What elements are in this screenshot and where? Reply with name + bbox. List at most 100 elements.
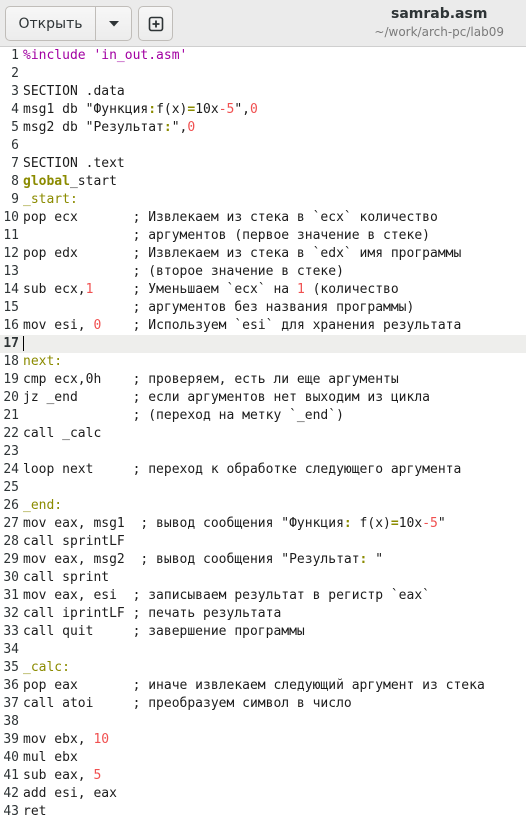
code-text: SECTION .text bbox=[23, 155, 125, 173]
code-token: mov eax, esi ; записываем результат в ре… bbox=[23, 588, 430, 603]
line-number: 3 bbox=[11, 84, 19, 99]
code-line[interactable]: 24 loop next ; переход к обработке следую… bbox=[0, 461, 526, 479]
code-token: SECTION .text bbox=[23, 156, 125, 171]
code-line[interactable]: 19 cmp ecx,0h ; проверяем, есть ли еще ар… bbox=[0, 371, 526, 389]
code-token: next: bbox=[23, 354, 63, 369]
code-token: ; Уменьшаем `ecx` на bbox=[93, 282, 297, 297]
line-number: 22 bbox=[3, 426, 19, 441]
file-path: ~/work/arch-pc/lab09 bbox=[374, 25, 504, 39]
code-line[interactable]: 40 mul ebx bbox=[0, 749, 526, 767]
code-line[interactable]: 2 bbox=[0, 65, 526, 83]
code-line[interactable]: 12 pop edx ; Извлекаем из стека в `edx` и… bbox=[0, 245, 526, 263]
code-line[interactable]: 38 bbox=[0, 713, 526, 731]
code-text: mul ebx bbox=[23, 749, 78, 767]
code-line[interactable]: 13 ; (второе значение в стеке) bbox=[0, 263, 526, 281]
code-token: mov eax, msg1 ; вывод сообщения "Функция bbox=[23, 516, 344, 531]
code-line[interactable]: 5 msg2 db "Результат:",0 bbox=[0, 119, 526, 137]
code-line[interactable]: 20 jz _end ; если аргументов нет выходим … bbox=[0, 389, 526, 407]
open-menu-button[interactable] bbox=[96, 7, 131, 40]
code-line[interactable]: 28 call sprintLF bbox=[0, 533, 526, 551]
code-text: cmp ecx,0h ; проверяем, есть ли еще аргу… bbox=[23, 371, 399, 389]
code-line[interactable]: 26 _end: bbox=[0, 497, 526, 515]
line-number: 36 bbox=[3, 678, 19, 693]
code-line[interactable]: 33 call quit ; завершение программы bbox=[0, 623, 526, 641]
line-number: 20 bbox=[3, 390, 19, 405]
open-button[interactable]: Открыть bbox=[6, 7, 96, 40]
code-text: ; (переход на метку `_end`) bbox=[23, 407, 344, 425]
line-number: 37 bbox=[3, 696, 19, 711]
line-number: 24 bbox=[3, 462, 19, 477]
new-document-icon bbox=[148, 16, 163, 31]
code-line[interactable]: 32 call iprintLF ; печать результата bbox=[0, 605, 526, 623]
code-line[interactable]: 18 next: bbox=[0, 353, 526, 371]
line-number: 17 bbox=[3, 336, 19, 351]
code-line[interactable]: 3 SECTION .data bbox=[0, 83, 526, 101]
code-text: ; аргументов без названия программы) bbox=[23, 299, 415, 317]
code-line[interactable]: 37 call atoi ; преобразуем символ в число bbox=[0, 695, 526, 713]
code-token: call quit ; завершение программы bbox=[23, 624, 305, 639]
code-line[interactable]: 22 call _calc bbox=[0, 425, 526, 443]
code-line[interactable]: 16 mov esi, 0 ; Используем `esi` для хран… bbox=[0, 317, 526, 335]
code-token: ret bbox=[23, 804, 47, 819]
code-token: : bbox=[163, 120, 172, 135]
code-line[interactable]: 7 SECTION .text bbox=[0, 155, 526, 173]
code-line[interactable]: 23 bbox=[0, 443, 526, 461]
code-editor[interactable]: 1 %include 'in_out.asm' 2 3 SECTION .data 4 ms… bbox=[0, 47, 526, 820]
code-text: %include 'in_out.asm' bbox=[23, 47, 187, 65]
line-number: 35 bbox=[3, 660, 19, 675]
code-text: next: bbox=[23, 353, 62, 371]
code-line[interactable]: 41 sub eax, 5 bbox=[0, 767, 526, 785]
line-number: 42 bbox=[3, 786, 19, 801]
code-line[interactable]: 34 bbox=[0, 641, 526, 659]
line-number: 30 bbox=[3, 570, 19, 585]
code-line[interactable]: 21 ; (переход на метку `_end`) bbox=[0, 407, 526, 425]
code-line[interactable]: 25 bbox=[0, 479, 526, 497]
code-token: sub eax, bbox=[23, 768, 94, 783]
line-number: 15 bbox=[3, 300, 19, 315]
line-number: 28 bbox=[3, 534, 19, 549]
code-text: sub ecx,1 ; Уменьшаем `ecx` на 1 (количе… bbox=[23, 281, 399, 299]
code-line[interactable]: 27 mov eax, msg1 ; вывод сообщения "Функц… bbox=[0, 515, 526, 533]
code-token: _end: bbox=[23, 498, 63, 513]
code-line[interactable]: 14 sub ecx,1 ; Уменьшаем `ecx` на 1 (коли… bbox=[0, 281, 526, 299]
code-line[interactable]: 17 bbox=[0, 335, 526, 353]
code-line[interactable]: 43 ret bbox=[0, 803, 526, 821]
code-line[interactable]: 42 add esi, eax bbox=[0, 785, 526, 803]
code-token: 5 bbox=[93, 768, 102, 783]
code-line[interactable]: 15 ; аргументов без названия программы) bbox=[0, 299, 526, 317]
code-token: pop edx ; Извлекаем из стека в `edx` имя… bbox=[23, 246, 462, 261]
line-number: 31 bbox=[3, 588, 19, 603]
code-token: : bbox=[148, 102, 157, 117]
line-number: 41 bbox=[3, 768, 19, 783]
code-token: mov esi, bbox=[23, 318, 94, 333]
line-number: 38 bbox=[3, 714, 19, 729]
code-line[interactable]: 1 %include 'in_out.asm' bbox=[0, 47, 526, 65]
code-line[interactable]: 39 mov ebx, 10 bbox=[0, 731, 526, 749]
line-number: 26 bbox=[3, 498, 19, 513]
line-number: 4 bbox=[11, 102, 19, 117]
new-document-button[interactable] bbox=[138, 6, 173, 41]
line-number: 13 bbox=[3, 264, 19, 279]
code-line[interactable]: 35 _calc: bbox=[0, 659, 526, 677]
code-line[interactable]: 30 call sprint bbox=[0, 569, 526, 587]
code-line[interactable]: 9 _start: bbox=[0, 191, 526, 209]
code-text: ; (второе значение в стеке) bbox=[23, 263, 344, 281]
code-line[interactable]: 6 bbox=[0, 137, 526, 155]
code-token: f(x) bbox=[351, 516, 391, 531]
code-text: _calc: bbox=[23, 659, 70, 677]
code-text: mov eax, esi ; записываем результат в ре… bbox=[23, 587, 430, 605]
code-line[interactable]: 8 global_start bbox=[0, 173, 526, 191]
line-number: 19 bbox=[3, 372, 19, 387]
code-line[interactable]: 36 pop eax ; иначе извлекаем следующий ар… bbox=[0, 677, 526, 695]
code-token: -5 bbox=[218, 102, 235, 117]
code-token: mov eax, msg2 ; вывод сообщения "Результ… bbox=[23, 552, 360, 567]
code-token: ", bbox=[234, 102, 250, 117]
code-text: _start: bbox=[23, 191, 78, 209]
line-number: 21 bbox=[3, 408, 19, 423]
code-line[interactable]: 4 msg1 db "Функция:f(x)=10x-5",0 bbox=[0, 101, 526, 119]
code-line[interactable]: 10 pop ecx ; Извлекаем из стека в `ecx` к… bbox=[0, 209, 526, 227]
code-line[interactable]: 11 ; аргументов (первое значение в стеке… bbox=[0, 227, 526, 245]
code-line[interactable]: 29 mov eax, msg2 ; вывод сообщения "Резул… bbox=[0, 551, 526, 569]
code-line[interactable]: 31 mov eax, esi ; записываем результат в … bbox=[0, 587, 526, 605]
code-text: call atoi ; преобразуем символ в число bbox=[23, 695, 352, 713]
